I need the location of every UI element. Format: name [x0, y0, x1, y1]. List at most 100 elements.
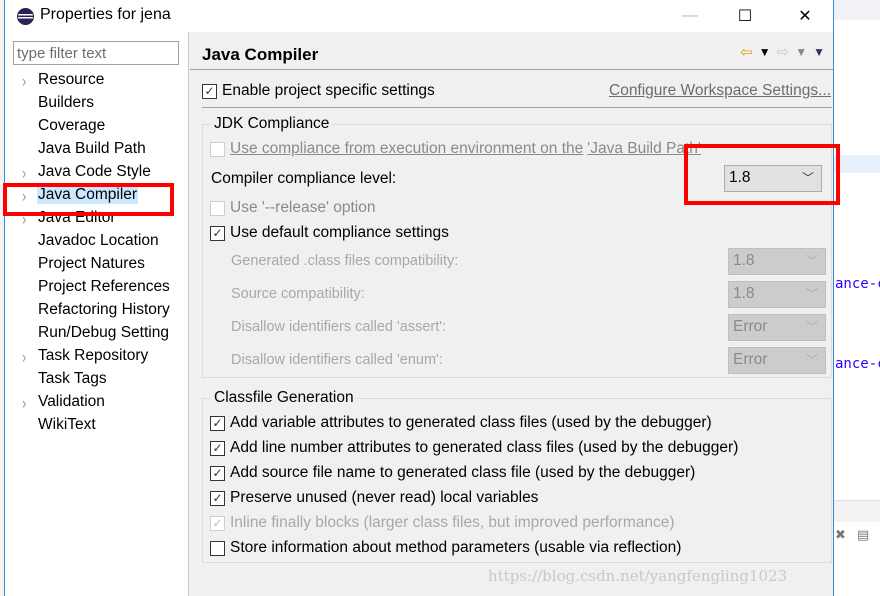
classfile-option-checkbox[interactable]: ✓ Preserve unused (never read) local vari… [210, 489, 538, 507]
sidebar-item-label: WikiText [38, 416, 96, 433]
compliance-setting-value: 1.8 [733, 252, 755, 269]
checkbox-unchecked-icon [210, 200, 225, 216]
code-fragment: ance-c [835, 276, 880, 292]
sidebar-item[interactable]: Javadoc Location [5, 231, 189, 254]
sidebar-item[interactable]: Java Build Path [5, 139, 189, 162]
sidebar-item[interactable]: › Validation [5, 392, 189, 415]
sidebar-item-label: Validation [38, 393, 105, 410]
classfile-option-label: Inline finally blocks (larger class file… [230, 514, 675, 531]
sidebar-item-label: Task Tags [38, 370, 107, 387]
classfile-option-checkbox[interactable]: Store information about method parameter… [210, 539, 681, 557]
checkbox-checked-icon: ✓ [210, 490, 225, 506]
use-default-compliance-checkbox[interactable]: ✓ Use default compliance settings [210, 224, 449, 242]
checkbox-checked-icon: ✓ [202, 83, 217, 99]
sidebar-item-label: Project References [38, 278, 170, 295]
sidebar-item[interactable]: › Java Code Style [5, 162, 189, 185]
use-default-compliance-label: Use default compliance settings [230, 224, 449, 241]
checkbox-checked-icon: ✓ [210, 225, 225, 241]
window-title: Properties for jena [40, 6, 171, 23]
forward-arrow-icon[interactable]: ⇨ [777, 43, 790, 61]
sidebar-item-label: Java Code Style [38, 163, 151, 180]
sidebar-item[interactable]: › Task Repository [5, 346, 189, 369]
editor-toolbar [833, 500, 880, 522]
sidebar-item[interactable]: Refactoring History [5, 300, 189, 323]
sidebar-item[interactable]: Task Tags [5, 369, 189, 392]
sidebar: › Resource Builders Coverage Java Build Path… [5, 32, 189, 596]
checkbox-checked-icon: ✓ [210, 440, 225, 456]
chevron-right-icon[interactable]: › [22, 71, 26, 91]
compliance-setting-select[interactable]: 1.8 ﹀ [728, 281, 826, 308]
forward-menu-icon[interactable]: ▼ [795, 45, 807, 59]
sidebar-item[interactable]: Coverage [5, 116, 189, 139]
sidebar-item-label: Resource [38, 71, 105, 88]
title-bar: Properties for jena — ☐ ✕ [5, 0, 833, 32]
sidebar-item[interactable]: Builders [5, 93, 189, 116]
classfile-option-checkbox[interactable]: ✓ Add source file name to generated class… [210, 464, 695, 482]
classfile-option-checkbox[interactable]: ✓ Add line number attributes to generated… [210, 439, 738, 457]
chevron-down-icon: ﹀ [805, 353, 818, 367]
classfile-option-label: Add variable attributes to generated cla… [230, 414, 712, 431]
sidebar-item[interactable]: WikiText [5, 415, 189, 438]
property-tree: › Resource Builders Coverage Java Build Path… [5, 70, 189, 438]
sidebar-item[interactable]: Run/Debug Setting [5, 323, 189, 346]
page-header: Java Compiler ⇦ ▼ ⇨ ▼ ▼ [190, 32, 833, 70]
compliance-setting-value: Error [733, 351, 768, 368]
classfile-option-checkbox[interactable]: ✓ Add variable attributes to generated cl… [210, 414, 712, 432]
sidebar-item-label: Refactoring History [38, 301, 170, 318]
sidebar-item-label: Coverage [38, 117, 106, 134]
minimize-button[interactable]: — [667, 0, 713, 32]
nav-buttons: ⇦ ▼ ⇨ ▼ ▼ [740, 43, 825, 61]
main-panel: Java Compiler ⇦ ▼ ⇨ ▼ ▼ ✓ Enable project… [190, 32, 833, 596]
checkbox-checked-icon: ✓ [210, 465, 225, 481]
compliance-setting-label: Source compatibility: [231, 286, 365, 302]
maximize-button[interactable]: ☐ [722, 0, 768, 32]
compliance-setting-select[interactable]: Error ﹀ [728, 314, 826, 341]
chevron-right-icon[interactable]: › [22, 347, 26, 367]
page-title: Java Compiler [202, 45, 319, 64]
classfile-option-label: Add source file name to generated class … [230, 464, 696, 481]
remove-all-icon[interactable]: ✖ [835, 527, 846, 543]
chevron-right-icon[interactable]: › [22, 163, 26, 183]
sidebar-item[interactable]: Project Natures [5, 254, 189, 277]
sidebar-item-label: Builders [38, 94, 94, 111]
watermark: https://blog.csdn.net/yangfengling1023 [488, 567, 788, 585]
sidebar-item[interactable]: › Resource [5, 70, 189, 93]
classfile-generation-title: Classfile Generation [211, 389, 357, 407]
checkbox-unchecked-icon [210, 141, 225, 157]
use-release-label: Use '--release' option [230, 199, 376, 216]
configure-workspace-settings-link[interactable]: Configure Workspace Settings... [609, 82, 831, 100]
classfile-option-label: Add line number attributes to generated … [230, 439, 739, 456]
compliance-setting-value: Error [733, 318, 768, 335]
classfile-option-checkbox[interactable]: ✓ Inline finally blocks (larger class fil… [210, 514, 675, 532]
eclipse-icon [17, 8, 34, 25]
chevron-down-icon: ﹀ [805, 320, 818, 334]
sidebar-item-label: Java Build Path [38, 140, 146, 157]
chevron-down-icon: ﹀ [805, 254, 818, 268]
clear-console-icon[interactable]: ▤ [857, 527, 869, 543]
chevron-right-icon[interactable]: › [22, 393, 26, 413]
view-menu-icon[interactable]: ▼ [813, 45, 825, 59]
compliance-setting-label: Generated .class files compatibility: [231, 253, 459, 269]
sidebar-item-label: Javadoc Location [38, 232, 159, 249]
compliance-setting-value: 1.8 [733, 285, 755, 302]
use-release-checkbox[interactable]: Use '--release' option [210, 199, 376, 217]
enable-project-specific-checkbox[interactable]: ✓ Enable project specific settings [202, 82, 435, 100]
filter-input[interactable] [13, 41, 179, 65]
use-ee-compliance-checkbox[interactable]: Use compliance from execution environmen… [210, 140, 701, 158]
chevron-down-icon: ﹀ [805, 287, 818, 301]
properties-dialog: Properties for jena — ☐ ✕ › Resource Build… [4, 0, 834, 596]
sidebar-item[interactable]: Project References [5, 277, 189, 300]
compliance-setting-label: Disallow identifiers called 'enum': [231, 352, 443, 368]
compliance-setting-select[interactable]: 1.8 ﹀ [728, 248, 826, 275]
compliance-level-label: Compiler compliance level: [211, 170, 397, 187]
compliance-setting-label: Disallow identifiers called 'assert': [231, 319, 447, 335]
checkbox-checked-icon: ✓ [210, 515, 225, 531]
back-menu-icon[interactable]: ▼ [759, 45, 771, 59]
compliance-setting-select[interactable]: Error ﹀ [728, 347, 826, 374]
sidebar-item-label: Task Repository [38, 347, 149, 364]
code-fragment: ance-c [835, 356, 880, 372]
classfile-option-label: Store information about method parameter… [230, 539, 682, 556]
sidebar-item-label: Project Natures [38, 255, 145, 272]
close-button[interactable]: ✕ [782, 0, 828, 32]
back-arrow-icon[interactable]: ⇦ [740, 43, 753, 61]
